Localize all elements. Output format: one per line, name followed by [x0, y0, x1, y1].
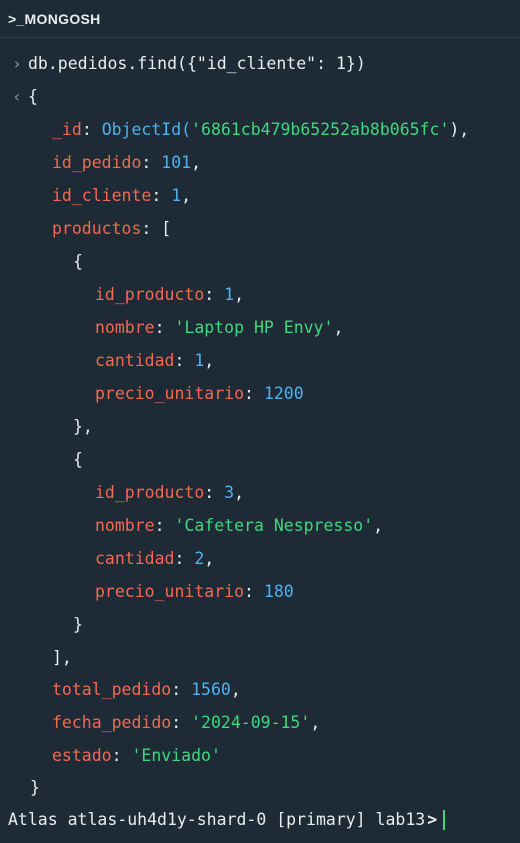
producto-1-precio: precio_unitario: 1200 — [95, 384, 304, 403]
producto-1-id: id_producto: 1, — [95, 285, 245, 304]
shell-prompt[interactable]: Atlas atlas-uh4d1y-shard-0 [primary] lab… — [8, 803, 446, 836]
input-chevron-icon: › — [12, 54, 22, 73]
text-cursor — [443, 809, 446, 830]
command-line: db.pedidos.find({"id_cliente": 1}) — [28, 47, 366, 80]
shell-title: >_MONGOSH — [8, 10, 101, 27]
command-text: db.pedidos.find({"id_cliente": 1}) — [28, 54, 366, 73]
field-productos: productos: [ — [52, 219, 172, 238]
prompt-text: Atlas atlas-uh4d1y-shard-0 [primary] lab… — [8, 810, 426, 829]
shell-header: >_MONGOSH — [0, 0, 520, 38]
producto-1-cantidad: cantidad: 1, — [95, 351, 215, 370]
output-open-brace: { — [28, 87, 38, 106]
producto-2-close: } — [73, 615, 83, 634]
producto-2-nombre: nombre: 'Cafetera Nespresso', — [95, 516, 384, 535]
producto-2-open: { — [73, 450, 83, 469]
producto-1-close: }, — [73, 417, 93, 436]
producto-2-id: id_producto: 3, — [95, 483, 245, 502]
field-id-cliente: id_cliente: 1, — [52, 186, 192, 205]
output-chevron-icon: ‹ — [12, 87, 22, 106]
producto-2-cantidad: cantidad: 2, — [95, 549, 215, 568]
productos-close: ], — [52, 648, 72, 667]
prompt-caret-icon: > — [427, 810, 438, 829]
field-total-pedido: total_pedido: 1560, — [52, 680, 241, 699]
field-id: _id: ObjectId('6861cb479b65252ab8b065fc'… — [52, 120, 470, 139]
field-fecha-pedido: fecha_pedido: '2024-09-15', — [52, 713, 321, 732]
field-id-pedido: id_pedido: 101, — [52, 153, 202, 172]
producto-1-open: { — [73, 252, 83, 271]
producto-2-precio: precio_unitario: 180 — [95, 582, 294, 601]
output-close-brace: } — [30, 778, 40, 797]
producto-1-nombre: nombre: 'Laptop HP Envy', — [95, 318, 344, 337]
field-estado: estado: 'Enviado' — [52, 746, 221, 765]
